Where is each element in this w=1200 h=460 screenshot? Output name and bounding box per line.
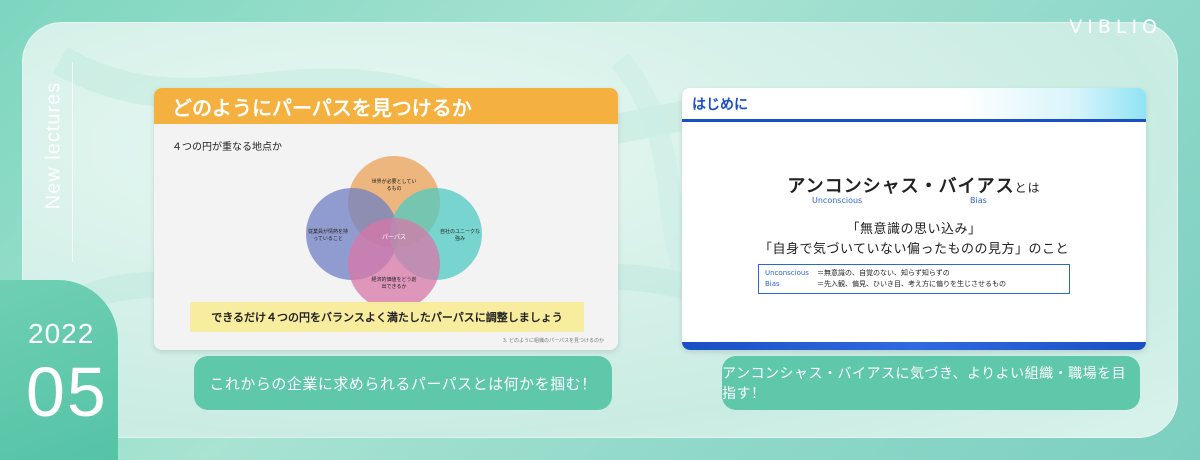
section-divider	[72, 62, 73, 262]
venn-label-right: 自社のユニークな強み	[440, 229, 480, 242]
definition-value: ＝無意識の、自覚のない、知らず知らずの	[817, 269, 950, 277]
slide-quote-2: 「自身で気づいていない偏ったものの見方」のこと	[758, 242, 1070, 257]
venn-label-top: 世界が必要としているもの	[371, 179, 417, 192]
slide-heading: はじめに	[682, 88, 1146, 122]
slide-quote-1: 「無意識の思い込み」	[846, 222, 982, 237]
venn-label-bottom: 経済的価値をどう創出できるか	[371, 277, 417, 290]
definition-row: Bias ＝先入観、偏見、ひいき目、考え方に偏りを生じさせるもの	[765, 279, 1063, 290]
slide-highlight-band: できるだけ４つの円をバランスよく満たしたパーパスに調整しましょう	[190, 302, 584, 332]
slide-title: アンコンシャス・バイアスとは	[682, 172, 1146, 198]
venn-label-left: 従業員が情熱を持っていること	[308, 229, 348, 242]
lecture-slide-unconscious-bias[interactable]: はじめに アンコンシャス・バイアスとは Unconscious Bias 「無意…	[682, 88, 1146, 350]
slide-bottom-bar	[682, 342, 1146, 350]
slide-en-bias: Bias	[970, 196, 987, 205]
slide-subtitle: ４つの円が重なる地点か	[172, 142, 282, 153]
lecture-caption-unconscious-bias[interactable]: アンコンシャス・バイアスに気づき、よりよい組織・職場を目指す！	[722, 356, 1140, 410]
definition-row: Unconscious ＝無意識の、自覚のない、知らず知らずの	[765, 268, 1063, 279]
slide-heading: どのようにパーパスを見つけるか	[154, 88, 618, 124]
section-label: New lectures	[34, 70, 74, 220]
lecture-caption-purpose[interactable]: これからの企業に求められるパーパスとは何かを掴む！	[194, 356, 612, 410]
venn-diagram: 世界が必要としているもの 従業員が情熱を持っていること 自社のユニークな強み 経…	[306, 156, 482, 310]
lecture-slide-purpose[interactable]: どのようにパーパスを見つけるか ４つの円が重なる地点か 世界が必要としているもの…	[154, 88, 618, 350]
venn-label-center: パーパス	[382, 234, 406, 241]
issue-number: 05	[26, 353, 108, 431]
definition-value: ＝先入観、偏見、ひいき目、考え方に偏りを生じさせるもの	[817, 280, 1006, 288]
slide-title-suffix: とは	[1014, 181, 1041, 195]
brand-logo: VIBLIO	[1069, 16, 1162, 38]
definition-key: Bias	[765, 280, 780, 288]
slide-en-unconscious: Unconscious	[812, 196, 863, 205]
definition-box: Unconscious ＝無意識の、自覚のない、知らず知らずの Bias ＝先入観、…	[758, 264, 1070, 294]
slide-footer: 3. どのように組織のパーパスを見つけるのか	[502, 338, 604, 344]
slide-title-main: アンコンシャス・バイアス	[787, 176, 1015, 197]
issue-year: 2022	[28, 318, 95, 349]
definition-key: Unconscious	[765, 269, 809, 277]
section-label-text: New lectures	[42, 81, 65, 209]
